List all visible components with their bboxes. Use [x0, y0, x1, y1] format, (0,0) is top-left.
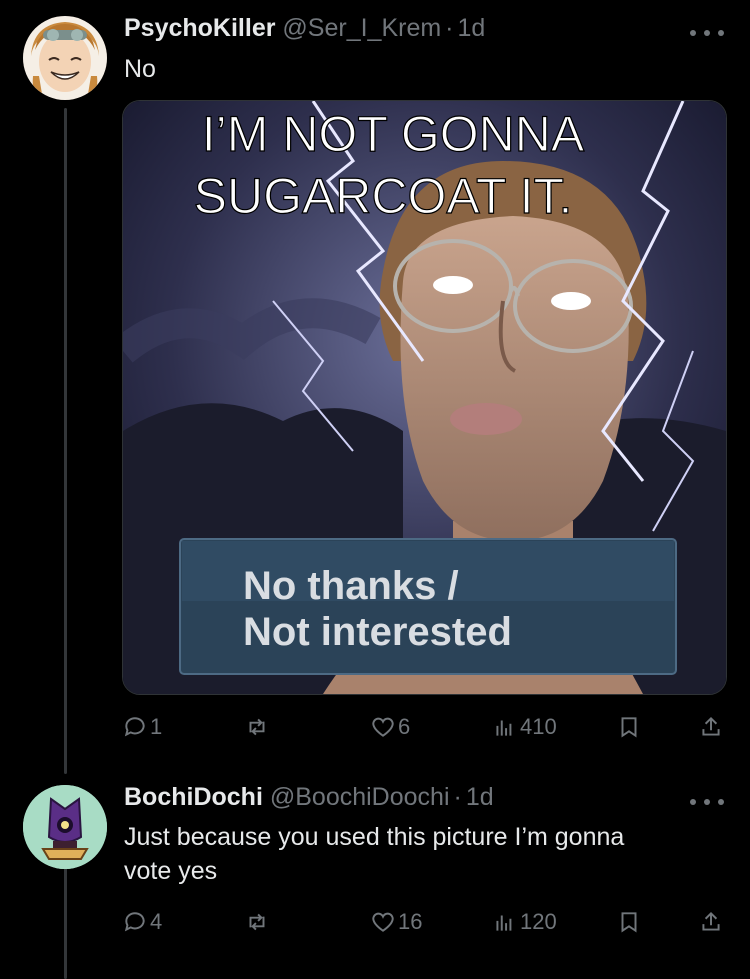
tweet-text: No: [124, 55, 156, 83]
tweet-text: Just because you used this picture I’m g…: [124, 820, 624, 888]
retweet-icon: [249, 913, 265, 931]
timestamp[interactable]: 1d: [458, 14, 486, 42]
like-button[interactable]: 16: [370, 905, 422, 939]
share-icon: [702, 716, 720, 736]
bookmark-icon: [621, 912, 637, 933]
bookmark-button[interactable]: [616, 710, 642, 744]
tweet-actions: 1 6 410: [122, 710, 724, 744]
meme-button-line-2: Not interested: [243, 610, 512, 654]
share-button[interactable]: [698, 905, 724, 939]
retweet-button[interactable]: [244, 710, 270, 744]
meme-caption-line-1: I’M NOT GONNA: [202, 106, 585, 162]
display-name[interactable]: PsychoKiller: [124, 14, 275, 42]
tweet-actions: 4 16 120: [122, 905, 724, 939]
views-count: 120: [520, 909, 557, 934]
thread-line-lower: [64, 866, 67, 979]
views-button[interactable]: 120: [492, 905, 557, 939]
avatar[interactable]: [23, 785, 107, 869]
tweet-text-line-2: vote yes: [124, 857, 218, 885]
views-button[interactable]: 410: [492, 710, 557, 744]
timestamp[interactable]: 1d: [466, 783, 494, 811]
avatar-image-psychokiller: [23, 16, 107, 100]
separator-dot: ·: [445, 14, 454, 42]
share-button[interactable]: [698, 710, 724, 744]
like-icon: [372, 717, 394, 737]
like-count: 6: [398, 714, 411, 739]
handle[interactable]: @BoochiDoochi: [270, 783, 450, 811]
bookmark-button[interactable]: [616, 905, 642, 939]
more-icon[interactable]: [690, 28, 724, 38]
reply-button[interactable]: 1: [122, 710, 162, 744]
reply-icon: [124, 912, 145, 932]
bookmark-icon: [621, 717, 637, 738]
reply-button[interactable]: 4: [122, 905, 162, 939]
retweet-button[interactable]: [244, 905, 270, 939]
handle[interactable]: @Ser_I_Krem: [282, 14, 441, 42]
display-name[interactable]: BochiDochi: [124, 783, 263, 811]
tweet-header: BochiDochi @BoochiDoochi · 1d: [124, 783, 494, 812]
like-count: 16: [398, 909, 423, 934]
avatar-image-bochidochi: [23, 785, 107, 869]
tweet-media[interactable]: I’M NOT GONNA SUGARCOAT IT. No thanks / …: [122, 100, 727, 695]
meme-button-line-1: No thanks /: [243, 564, 459, 608]
reply-count: 1: [150, 714, 163, 739]
meme-image: I’M NOT GONNA SUGARCOAT IT. No thanks / …: [123, 101, 726, 694]
reply-icon: [124, 717, 145, 737]
more-icon[interactable]: [690, 797, 724, 807]
meme-caption-line-2: SUGARCOAT IT.: [194, 168, 573, 224]
views-icon: [496, 720, 512, 736]
share-icon: [702, 911, 720, 931]
reply-count: 4: [150, 909, 163, 934]
like-button[interactable]: 6: [370, 710, 410, 744]
views-count: 410: [520, 714, 557, 739]
avatar[interactable]: [23, 16, 107, 100]
tweet-text-line-1: Just because you used this picture I’m g…: [124, 823, 625, 851]
thread-line-upper: [64, 108, 67, 774]
tweet-header: PsychoKiller @Ser_I_Krem · 1d: [124, 14, 485, 43]
like-icon: [372, 912, 394, 932]
separator-dot: ·: [453, 783, 462, 811]
views-icon: [496, 915, 512, 931]
retweet-icon: [249, 718, 265, 736]
